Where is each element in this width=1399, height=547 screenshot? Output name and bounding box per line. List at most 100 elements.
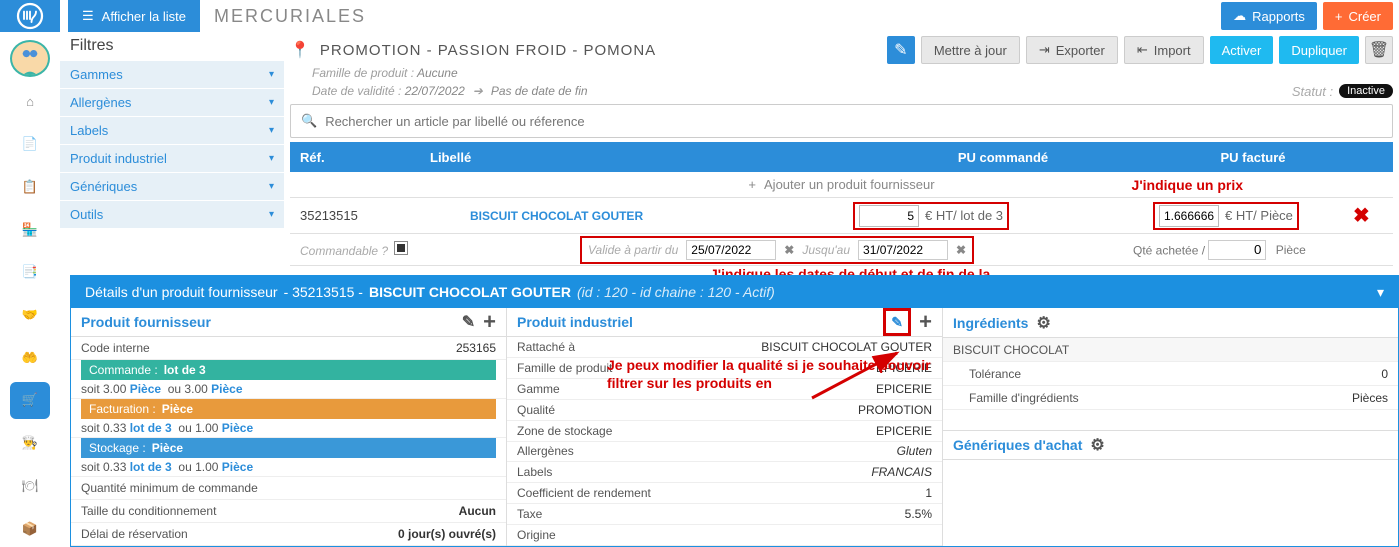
delete-row-button[interactable]: ✖ [1353, 203, 1393, 228]
add-product-row[interactable]: + Ajouter un produit fournisseur J'indiq… [290, 172, 1393, 198]
filter-generiques[interactable]: Génériques▾ [60, 172, 284, 200]
search-input[interactable] [325, 114, 1382, 129]
activate-button[interactable]: Activer [1210, 36, 1274, 64]
search-icon: 🔍 [301, 113, 317, 129]
detail-title-meta: (id : 120 - id chaine : 120 - Actif) [577, 284, 775, 300]
arrow-right-icon: ➔ [473, 84, 483, 98]
qualite-label: Qualité [517, 403, 555, 417]
tolerance-label: Tolérance [969, 367, 1021, 381]
clear-until-icon[interactable]: ✖ [956, 243, 966, 257]
supplier-product-title: Produit fournisseur [81, 314, 211, 330]
update-button[interactable]: Mettre à jour [921, 36, 1020, 64]
gear-icon[interactable]: ⚙ [1036, 313, 1050, 333]
promo-title: PROMOTION - PASSION FROID - POMONA [320, 42, 656, 59]
detail-title-prefix: Détails d'un produit fournisseur [85, 284, 278, 300]
location-icon: 📍 [290, 40, 310, 60]
nav-deal-icon[interactable]: 🤲 [10, 339, 50, 376]
pencil-icon[interactable]: ✎ [462, 312, 475, 332]
chevron-down-icon: ▾ [269, 125, 274, 136]
qty-input[interactable] [1208, 240, 1266, 260]
row-libelle-link[interactable]: BISCUIT CHOCOLAT GOUTER [470, 209, 643, 223]
delai-value: 0 jour(s) ouvré(s) [398, 527, 496, 541]
coef-label: Coefficient de rendement [517, 486, 651, 500]
until-label: Jusqu'au [802, 243, 850, 257]
labels-value: FRANCAIS [871, 465, 932, 479]
until-input[interactable] [858, 240, 948, 260]
chevron-down-icon: ▾ [269, 153, 274, 164]
detail-title-ref: - 35213515 - [284, 284, 363, 300]
valid-from-label: Valide à partir du [588, 243, 678, 257]
gamme-label: Gamme [517, 382, 560, 396]
col-ref: Réf. [290, 150, 420, 165]
col-pu-commande: PU commandé [853, 150, 1153, 165]
filter-produit-industriel[interactable]: Produit industriel▾ [60, 144, 284, 172]
plus-icon: + [748, 177, 756, 192]
ingredients-title: Ingrédients [953, 315, 1028, 331]
collapse-icon[interactable]: ▾ [1377, 284, 1384, 301]
import-button[interactable]: ⇤Import [1124, 36, 1204, 64]
plus-icon[interactable]: + [483, 309, 496, 335]
industrial-product-title: Produit industriel [517, 314, 633, 330]
annotation-arrow [807, 348, 917, 408]
filter-outils[interactable]: Outils▾ [60, 200, 284, 228]
add-product-label: Ajouter un produit fournisseur [764, 177, 935, 192]
validity-value: 22/07/2022 [405, 84, 465, 98]
trash-icon: 🗑 [1369, 40, 1389, 60]
clear-from-icon[interactable]: ✖ [784, 243, 794, 257]
validity-label: Date de validité : [312, 84, 401, 98]
export-button[interactable]: ⇥Exporter [1026, 36, 1118, 64]
filter-allergenes[interactable]: Allergènes▾ [60, 88, 284, 116]
coef-value: 1 [925, 486, 932, 500]
duplicate-button[interactable]: Dupliquer [1279, 36, 1359, 64]
module-title: MERCURIALES [200, 0, 1221, 32]
detail-panel: Détails d'un produit fournisseur - 35213… [70, 275, 1399, 547]
app-logo[interactable] [0, 0, 60, 32]
nav-handshake-icon[interactable]: 🤝 [10, 297, 50, 334]
tolerance-value: 0 [1381, 367, 1388, 381]
ingredient-name: BISCUIT CHOCOLAT [953, 343, 1069, 357]
nav-home-icon[interactable]: ⌂ [10, 83, 50, 120]
search-bar[interactable]: 🔍 [290, 104, 1393, 138]
detail-title-name: BISCUIT CHOCOLAT GOUTER [369, 284, 571, 300]
filter-gammes[interactable]: Gammes▾ [60, 60, 284, 88]
family-label: Famille de produit : [312, 66, 414, 80]
avatar[interactable] [10, 40, 50, 77]
facturation-pill: Facturation :Pièce [81, 399, 496, 419]
reports-label: Rapports [1252, 9, 1305, 24]
plus-icon[interactable]: + [919, 309, 932, 335]
edit-button[interactable]: ✎ [887, 36, 915, 64]
nav-store-icon[interactable]: 🏪 [10, 211, 50, 248]
nav-clipboard-icon[interactable]: 📋 [10, 168, 50, 205]
valid-from-input[interactable] [686, 240, 776, 260]
commandable-checkbox[interactable] [394, 241, 408, 255]
show-list-button[interactable]: ☰ Afficher la liste [68, 0, 200, 32]
filter-labels[interactable]: Labels▾ [60, 116, 284, 144]
taxe-label: Taxe [517, 507, 542, 521]
stockage-pill: Stockage :Pièce [81, 438, 496, 458]
product-row-details: Commandable ? Valide à partir du ✖ Jusqu… [290, 234, 1393, 266]
col-libelle: Libellé [420, 150, 853, 165]
nav-doc-icon[interactable]: 📄 [10, 126, 50, 163]
pu-commande-input[interactable] [859, 205, 919, 227]
qty-unit: Pièce [1276, 243, 1306, 257]
generics-title: Génériques d'achat [953, 437, 1082, 453]
zone-label: Zone de stockage [517, 424, 612, 438]
nav-cart-icon[interactable]: 🛒 [10, 382, 50, 419]
create-button[interactable]: + Créer [1323, 2, 1393, 30]
table-header: Réf. Libellé PU commandé PU facturé [290, 142, 1393, 172]
qmin-label: Quantité minimum de commande [81, 481, 258, 495]
nav-storage-icon[interactable]: 📦 [10, 510, 50, 547]
zone-value: EPICERIE [876, 424, 932, 438]
product-row: 35213515 BISCUIT CHOCOLAT GOUTER € HT/ l… [290, 198, 1393, 234]
gear-icon[interactable]: ⚙ [1090, 435, 1104, 455]
chevron-down-icon: ▾ [269, 181, 274, 192]
nav-chef-icon[interactable]: 👨‍🍳 [10, 425, 50, 462]
nav-recipe-icon[interactable]: 🍽 [10, 468, 50, 505]
nav-list-icon[interactable]: 📑 [10, 254, 50, 291]
pu-facture-input[interactable] [1159, 205, 1219, 227]
validity-end: Pas de date de fin [491, 84, 588, 98]
delete-button[interactable]: 🗑 [1365, 36, 1393, 64]
reports-button[interactable]: ☁ Rapports [1221, 2, 1317, 30]
export-icon: ⇥ [1039, 42, 1050, 58]
edit-quality-button[interactable]: ✎ [883, 308, 911, 336]
